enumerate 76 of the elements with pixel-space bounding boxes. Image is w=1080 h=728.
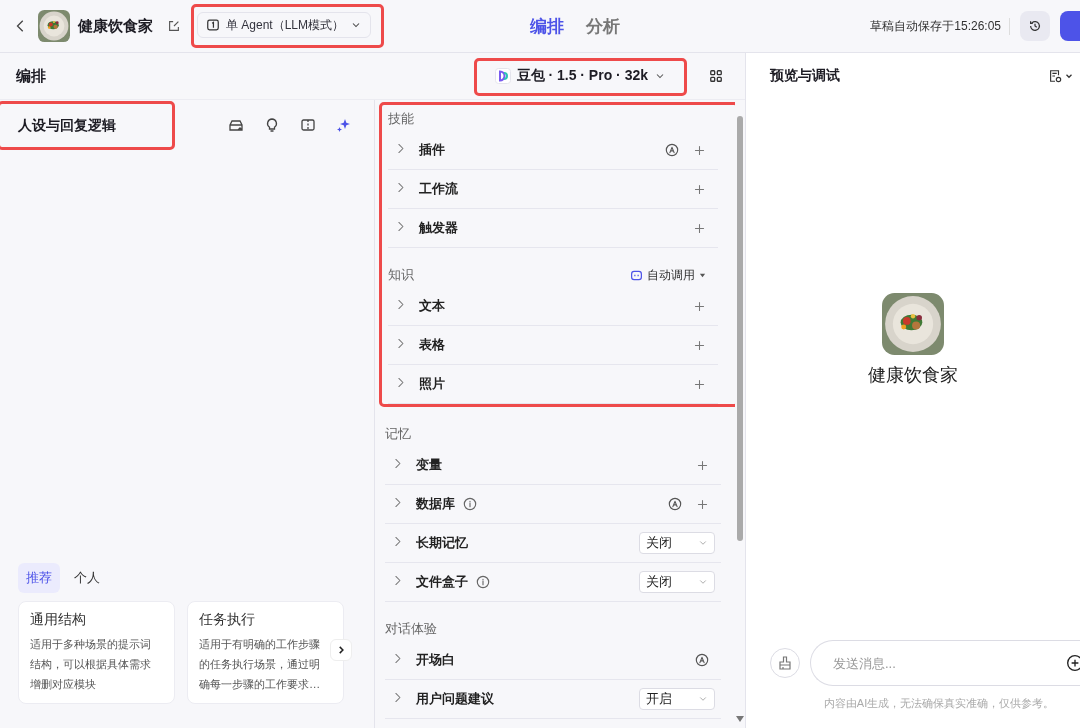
model-logo-icon	[494, 68, 511, 84]
row-label[interactable]: 用户问题建议	[416, 690, 494, 708]
mode-dropdown[interactable]: 自动调用	[630, 267, 706, 283]
plus-icon[interactable]	[693, 221, 706, 235]
tab[interactable]: 编排	[530, 14, 564, 38]
row-label[interactable]: 照片	[419, 375, 445, 393]
section-title: 技能	[388, 110, 414, 128]
message-input[interactable]: 发送消息...	[831, 654, 1066, 672]
card-title: 任务执行	[199, 611, 256, 629]
next-button[interactable]	[330, 639, 352, 661]
row-label[interactable]: 触发器	[419, 219, 458, 237]
split-view-icon[interactable]	[300, 117, 316, 133]
history-button[interactable]	[1020, 11, 1050, 41]
dropdown[interactable]: 开启	[639, 688, 715, 710]
auto-icon[interactable]	[668, 497, 682, 511]
template-card[interactable]: 通用结构 适用于多种场景的提示词结构，可以根据具体需求增删对应模块	[18, 601, 175, 704]
row-label[interactable]: 工作流	[419, 180, 458, 198]
plus-icon[interactable]	[693, 338, 706, 352]
tab[interactable]: 个人	[66, 563, 108, 593]
history-icon	[1028, 19, 1042, 33]
upload-icon[interactable]	[228, 117, 244, 133]
autosave-status: 草稿自动保存于15:26:05	[870, 17, 1010, 35]
section-title: 对话体验	[385, 620, 437, 638]
agent-mode-dropdown[interactable]: 单 Agent（LLM模式）	[197, 12, 372, 38]
plus-icon[interactable]	[696, 458, 709, 472]
add-icon[interactable]	[1066, 654, 1080, 672]
row-label[interactable]: 插件	[419, 141, 445, 159]
chevron-right-icon	[336, 645, 346, 655]
plus-icon[interactable]	[693, 143, 706, 157]
bot-name: 健康饮食家	[78, 16, 153, 36]
scroll-down-icon[interactable]	[736, 716, 744, 722]
section-title: 人设与回复逻辑	[18, 116, 116, 133]
plus-icon[interactable]	[696, 497, 709, 511]
auto-icon[interactable]	[665, 143, 679, 157]
row-label[interactable]: 开场白	[416, 651, 455, 669]
chevron-down-icon	[698, 694, 708, 704]
plus-icon[interactable]	[693, 182, 706, 196]
edit-icon[interactable]	[167, 19, 181, 33]
row-label[interactable]: 文件盒子	[416, 573, 468, 591]
lightbulb-icon[interactable]	[264, 117, 280, 133]
agent-icon	[206, 18, 220, 32]
panel-title: 预览与调试	[770, 67, 840, 85]
row-label[interactable]: 表格	[419, 336, 445, 354]
row-label[interactable]: 文本	[419, 297, 445, 315]
chevron-down-icon	[698, 538, 708, 548]
sparkle-icon[interactable]	[336, 117, 352, 133]
row-label[interactable]: 长期记忆	[416, 534, 468, 552]
chevron-down-icon	[698, 577, 708, 587]
model-dropdown[interactable]: 豆包 · 1.5 · Pro · 32k	[488, 66, 672, 86]
document-icon	[1048, 69, 1062, 83]
view-menu[interactable]	[1048, 69, 1074, 83]
template-card[interactable]: 任务执行 适用于有明确的工作步骤的任务执行场景，通过明确每一步骤的工作要求…	[187, 601, 344, 704]
disclaimer: 内容由AI生成，无法确保真实准确，仅供参考。	[822, 696, 1056, 711]
section-title: 知识	[388, 266, 414, 284]
section-title: 记忆	[385, 425, 411, 443]
dropdown[interactable]: 关闭	[639, 571, 715, 593]
plus-icon[interactable]	[693, 377, 706, 391]
row-label[interactable]: 变量	[416, 456, 442, 474]
tab[interactable]: 推荐	[18, 563, 60, 593]
card-description: 适用于有明确的工作步骤的任务执行场景，通过明确每一步骤的工作要求…	[199, 637, 322, 692]
card-title: 通用结构	[30, 611, 87, 629]
broom-icon	[777, 655, 793, 671]
robot-icon	[630, 268, 643, 282]
card-description: 适用于多种场景的提示词结构，可以根据具体需求增删对应模块	[30, 637, 152, 692]
dropdown[interactable]: 关闭	[639, 532, 715, 554]
grid-icon[interactable]	[709, 69, 723, 83]
scrollbar-thumb[interactable]	[737, 116, 743, 541]
tab[interactable]: 分析	[586, 14, 620, 38]
clear-button[interactable]	[770, 648, 800, 678]
panel-title: 编排	[16, 66, 46, 86]
caret-icon	[699, 271, 706, 279]
publish-button[interactable]	[1060, 11, 1080, 41]
row-label[interactable]: 数据库	[416, 495, 455, 513]
plus-icon[interactable]	[693, 299, 706, 313]
bot-name: 健康饮食家	[868, 363, 958, 387]
auto-icon[interactable]	[695, 653, 709, 667]
